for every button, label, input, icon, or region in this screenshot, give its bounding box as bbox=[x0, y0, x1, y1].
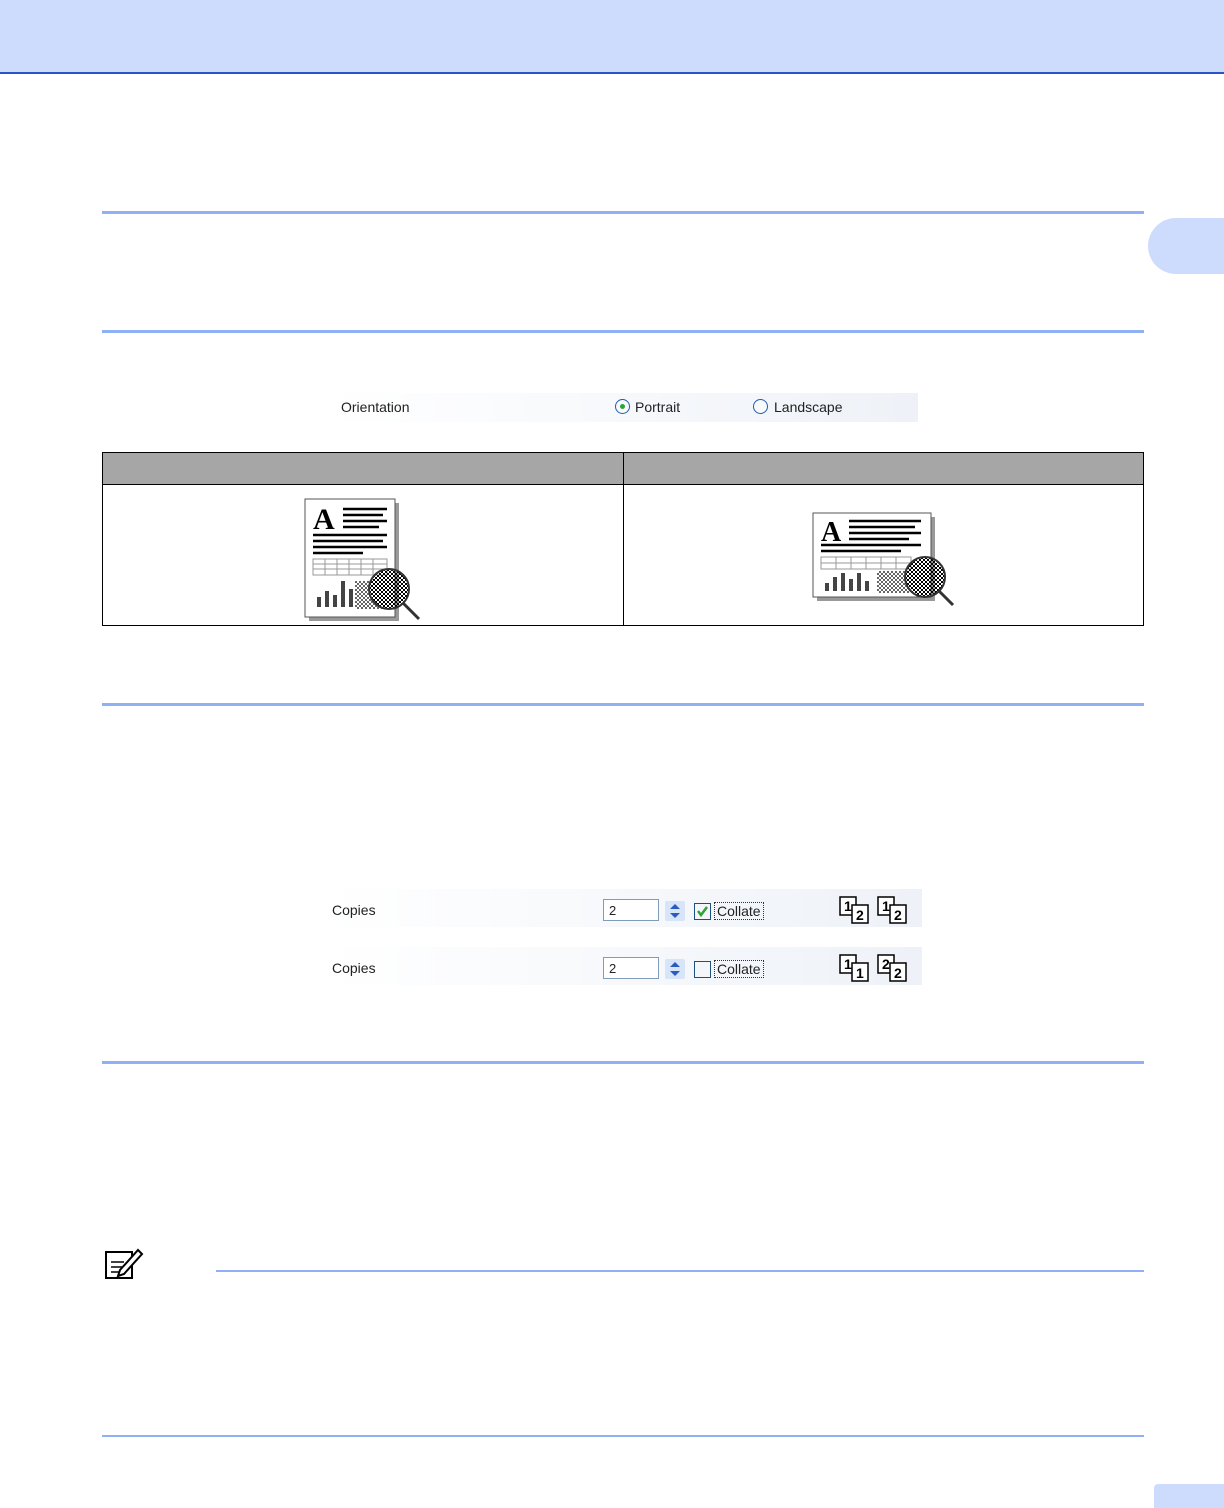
section-rule bbox=[102, 211, 1144, 214]
collate-checkbox[interactable] bbox=[694, 961, 711, 978]
landscape-label[interactable]: Landscape bbox=[774, 399, 843, 415]
chapter-tab bbox=[1148, 218, 1224, 274]
collate-seq-digit: 2 bbox=[856, 907, 864, 923]
collate-label[interactable]: Collate bbox=[714, 960, 764, 978]
collate-label[interactable]: Collate bbox=[714, 902, 764, 920]
page-header-band bbox=[0, 0, 1224, 74]
collate-order-icon: 1 2 1 2 bbox=[839, 896, 907, 924]
copies-input[interactable]: 2 bbox=[603, 957, 659, 979]
up-down-arrows-icon[interactable] bbox=[665, 901, 685, 921]
portrait-radio[interactable] bbox=[615, 399, 630, 414]
collate-seq-digit: 2 bbox=[882, 956, 890, 972]
copies-setting-collated: Copies 2 Collate 1 2 1 2 bbox=[324, 889, 922, 927]
collate-seq-digit: 1 bbox=[844, 956, 852, 972]
collate-seq-digit: 1 bbox=[882, 898, 890, 914]
note-rule bbox=[216, 1270, 1144, 1272]
collate-seq-digit: 1 bbox=[856, 965, 864, 981]
landscape-page-image: A bbox=[812, 512, 955, 607]
copies-label: Copies bbox=[332, 960, 376, 976]
page-number-box bbox=[1154, 1484, 1224, 1508]
collate-seq-digit: 2 bbox=[894, 907, 902, 923]
collate-checkbox[interactable] bbox=[694, 903, 711, 920]
copies-input[interactable]: 2 bbox=[603, 899, 659, 921]
note-bottom-rule bbox=[102, 1435, 1144, 1437]
copies-setting-uncollated: Copies 2 Collate 1 1 2 2 bbox=[324, 947, 922, 985]
section-rule bbox=[102, 1061, 1144, 1064]
orientation-setting: Orientation Portrait Landscape bbox=[328, 393, 918, 422]
orientation-table: A A bbox=[102, 452, 1144, 626]
svg-text:A: A bbox=[313, 503, 335, 536]
landscape-radio[interactable] bbox=[753, 399, 768, 414]
section-rule bbox=[102, 330, 1144, 333]
up-down-arrows-icon[interactable] bbox=[665, 959, 685, 979]
portrait-page-image: A bbox=[304, 498, 421, 621]
svg-text:A: A bbox=[821, 517, 842, 548]
orientation-label: Orientation bbox=[341, 399, 410, 415]
section-rule bbox=[102, 703, 1144, 706]
pencil-note-icon bbox=[105, 1248, 144, 1279]
collate-seq-digit: 2 bbox=[894, 965, 902, 981]
collate-seq-digit: 1 bbox=[844, 898, 852, 914]
collate-order-icon: 1 1 2 2 bbox=[839, 954, 907, 982]
portrait-label[interactable]: Portrait bbox=[635, 399, 680, 415]
copies-label: Copies bbox=[332, 902, 376, 918]
